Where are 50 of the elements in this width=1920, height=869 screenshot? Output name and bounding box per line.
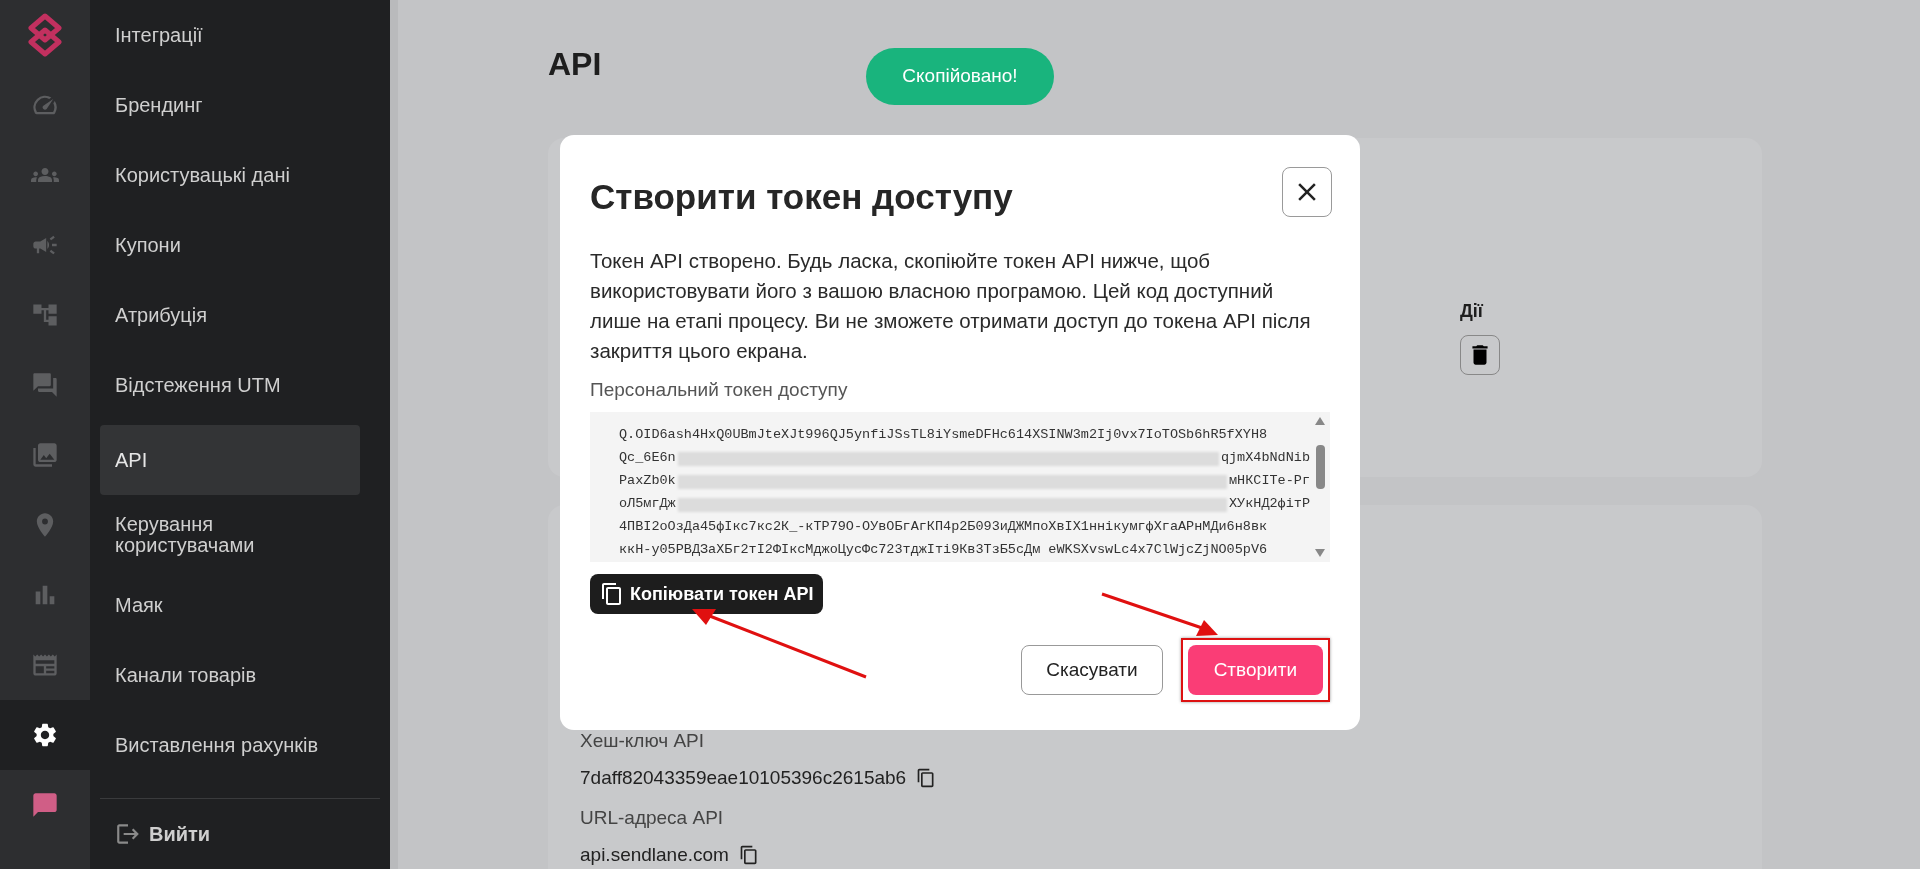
copy-token-button[interactable]: Копіювати токен API	[590, 574, 824, 614]
nav-item[interactable]: Користувацькі дані	[100, 140, 360, 210]
page-title: API	[548, 45, 602, 84]
url-value: api.sendlane.com	[580, 842, 729, 867]
token-text: PaxZb0k	[619, 472, 676, 491]
logout-icon	[115, 821, 141, 847]
token-text: qjmX4bNdNib	[1220, 449, 1310, 468]
field-label: Персональний токен доступу	[590, 377, 849, 402]
token-text: ккН-у05РВДЗаХБг2тI2ФIксМджоЦусФс723тджIті9Кв3ТзБ5сДм eWKSXvswLc4x7ClWjcZjNO05pV6	[619, 541, 1268, 560]
token-text: Qc_6E6n	[619, 449, 676, 468]
modal-title: Створити токен доступу	[590, 176, 1013, 218]
nav-item[interactable]: Брендинг	[100, 70, 360, 140]
nav-item[interactable]: Канали товарів	[100, 640, 360, 710]
nav-item[interactable]: Атрибуція	[100, 280, 360, 350]
token-text: Q.OID6ash4HxQ0UBmJteXJt996QJ5ynfiJSsTL8iYsmeDFHc614XSINW3m2Ij0vx7IoTOSb6hR5fXYH8	[619, 426, 1268, 445]
column-header: Дії	[1460, 300, 1484, 323]
nav-item[interactable]: Відстеження UTM	[100, 350, 360, 420]
token-text: ХУкНД2фітР	[1229, 495, 1310, 514]
logo-icon[interactable]	[28, 13, 62, 57]
copy-icon[interactable]	[738, 844, 759, 865]
nav-item[interactable]: Керування користувачами	[100, 500, 360, 570]
nav-item[interactable]: API	[100, 425, 360, 495]
toast: Скопійовано!	[866, 48, 1054, 105]
copy-icon[interactable]	[916, 767, 937, 788]
close-button[interactable]	[1282, 167, 1332, 217]
token-field[interactable]	[590, 412, 1330, 562]
nav-item[interactable]: Виставлення рахунків	[100, 710, 360, 780]
nav-item[interactable]: Інтеграції	[100, 0, 360, 70]
nav-item[interactable]: Маяк	[100, 570, 360, 640]
token-text: мНКСITe-Рг	[1229, 472, 1310, 491]
image-icon	[31, 441, 59, 469]
delete-button[interactable]	[1460, 335, 1500, 375]
modal-description: Токен API створено. Будь ласка, скопіюйте токен API нижче, щоб використовувати його з вашою власною програмою. Цей код доступний лише на етапі процесу. Ви не зможете отримати доступ до токена API після закриття цього екрана.	[590, 247, 1312, 364]
chat-icon	[31, 371, 59, 399]
field-label: URL-адреса API	[580, 806, 725, 830]
scroll-up-icon[interactable]	[1314, 416, 1326, 426]
field-label: Хеш-ключ API	[580, 729, 706, 753]
hash-key-value: 7daff82043359eae10105396c2615ab6	[580, 765, 907, 790]
create-button[interactable]: Створити	[1187, 645, 1323, 695]
token-text: оЛ5мгДж	[619, 495, 676, 514]
speech-bubble-icon	[31, 791, 59, 819]
nav-item[interactable]: Купони	[100, 210, 360, 280]
rail-item[interactable]	[0, 700, 90, 770]
copy-icon	[600, 582, 624, 606]
cancel-button[interactable]: Скасувати	[1021, 645, 1163, 695]
scrollbar-thumb[interactable]	[1315, 445, 1325, 490]
settings-icon	[31, 721, 59, 749]
scroll-down-icon[interactable]	[1314, 548, 1326, 558]
logout-button[interactable]: Вийти	[100, 799, 380, 869]
token-text: 4ПВI2oOзДa45фIкс7кс2К_-кТР79О-ОУвОБгАгКП4р2Б093иДЖМпоХвIХ1ннiкумгфХгаАРнМДи6н8вк	[619, 518, 1268, 537]
